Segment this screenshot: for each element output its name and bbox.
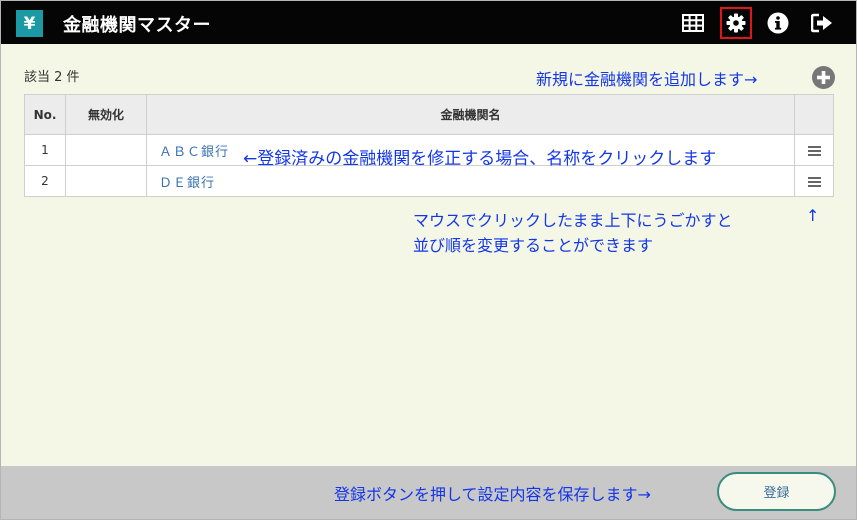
header-no: No. <box>24 94 66 135</box>
up-arrow-icon: ↑ <box>806 206 820 225</box>
gear-icon[interactable] <box>720 7 752 39</box>
footer-bar: 登録ボタンを押して設定内容を保存します→ 登録 <box>1 466 856 519</box>
table-row[interactable]: 2 ＤＥ銀行 <box>24 165 834 197</box>
bank-name-link[interactable]: ＡＢＣ銀行 <box>159 145 229 160</box>
edit-hint-text: ←登録済みの金融機関を修正する場合、名称をクリックします <box>243 149 717 169</box>
header-name: 金融機関名 <box>146 94 795 135</box>
save-hint-text: 登録ボタンを押して設定内容を保存します→ <box>334 485 651 504</box>
row-no: 1 <box>24 134 66 166</box>
header-disabled: 無効化 <box>65 94 147 135</box>
table-icon[interactable] <box>677 7 709 39</box>
reorder-hint-line1: マウスでクリックしたまま上下にうごかすと <box>413 211 733 230</box>
add-button[interactable] <box>812 66 835 89</box>
drag-handle[interactable] <box>794 165 834 197</box>
result-count: 該当 2 件 <box>24 70 80 85</box>
table-header-row: No. 無効化 金融機関名 <box>24 94 834 135</box>
row-no: 2 <box>24 165 66 197</box>
plus-icon <box>817 71 830 84</box>
info-icon[interactable] <box>762 7 794 39</box>
app-header: ¥ 金融機関マスター <box>1 1 856 44</box>
row-disabled <box>65 134 147 166</box>
hamburger-icon <box>807 176 821 187</box>
drag-handle[interactable] <box>794 134 834 166</box>
row-name-cell: ＤＥ銀行 <box>146 165 795 197</box>
yen-logo-icon: ¥ <box>16 10 43 37</box>
save-button[interactable]: 登録 <box>717 472 836 511</box>
bank-name-link[interactable]: ＤＥ銀行 <box>159 176 215 191</box>
hamburger-icon <box>807 145 821 156</box>
page-title: 金融機関マスター <box>63 15 211 36</box>
logout-icon[interactable] <box>806 7 838 39</box>
row-disabled <box>65 165 147 197</box>
header-menu <box>794 94 834 135</box>
add-hint-text: 新規に金融機関を追加します→ <box>536 70 758 89</box>
reorder-hint-line2: 並び順を変更することができます <box>413 236 654 255</box>
